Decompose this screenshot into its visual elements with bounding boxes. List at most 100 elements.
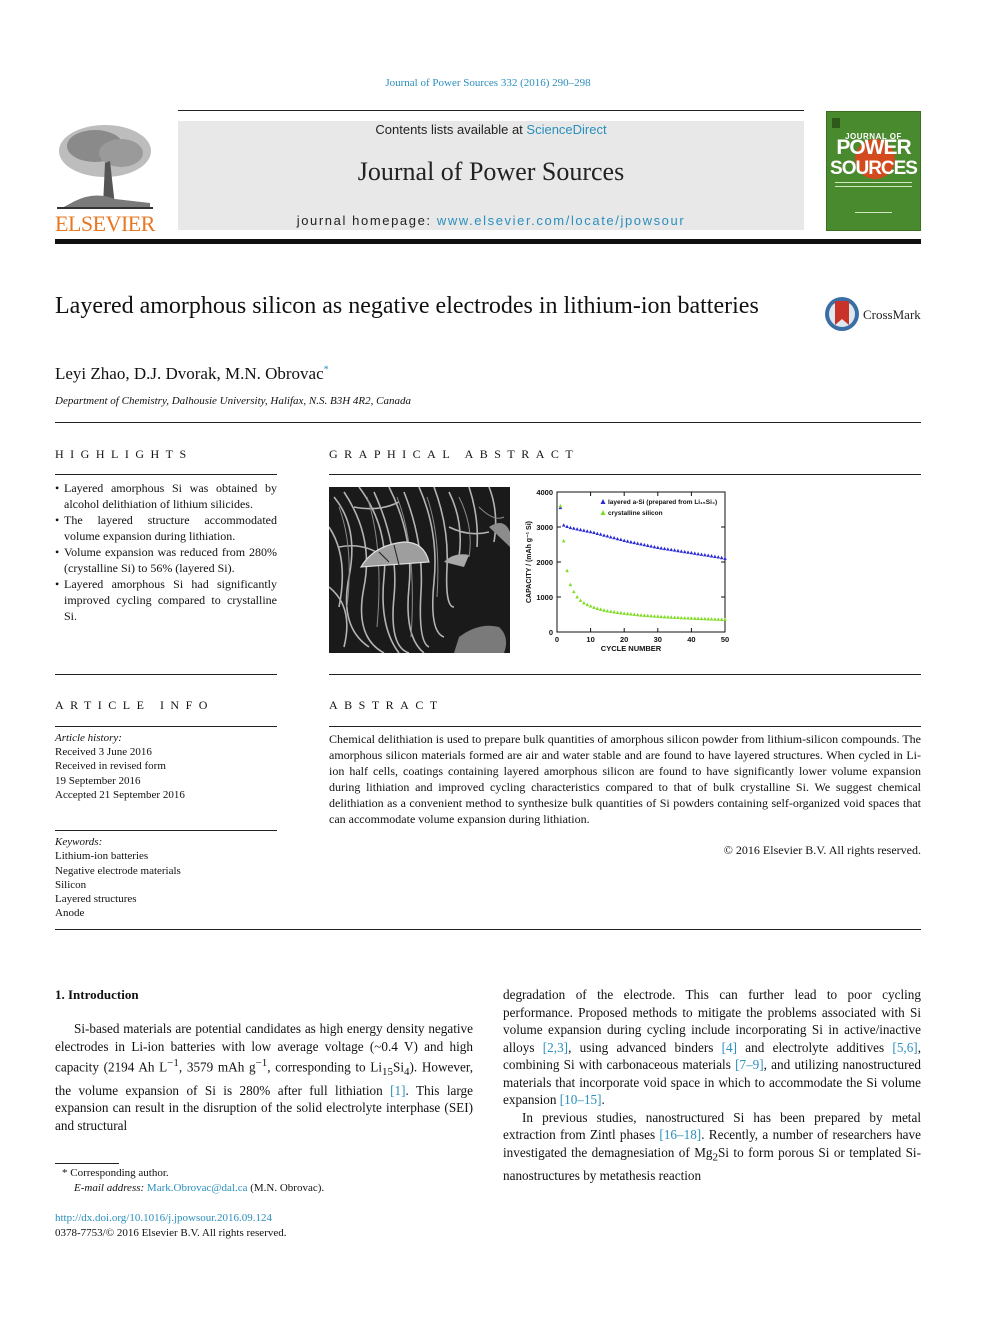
crossmark-button[interactable]: CrossMark xyxy=(825,297,925,333)
crossmark-label: CrossMark xyxy=(863,307,921,322)
data-point-layered-a-si xyxy=(686,550,690,554)
sem-texture xyxy=(329,487,510,653)
data-point-crystalline-si xyxy=(635,612,640,617)
data-point-layered-a-si xyxy=(713,554,717,558)
y-tick-label: 2000 xyxy=(536,558,553,567)
data-point-crystalline-si xyxy=(652,614,657,618)
data-point-crystalline-si xyxy=(588,604,593,608)
journal-citation[interactable]: Journal of Power Sources 332 (2016) 290–… xyxy=(0,77,976,89)
article-title: Layered amorphous silicon as negative el… xyxy=(55,293,759,319)
reference-link[interactable]: [5,6] xyxy=(892,1040,917,1055)
cover-sources: SOURCES xyxy=(830,158,918,179)
cover-logo-mark xyxy=(832,118,840,128)
keyword-item: Silicon xyxy=(55,878,87,891)
reference-link[interactable]: [7–9] xyxy=(735,1057,764,1072)
text-run: , 3579 mAh g xyxy=(178,1059,256,1075)
x-tick-label: 20 xyxy=(620,635,628,644)
text-run: and electrolyte additives xyxy=(737,1039,893,1055)
cover-subtitle-line xyxy=(835,186,912,187)
highlights-rule xyxy=(55,474,277,475)
data-point-layered-a-si xyxy=(615,536,620,541)
paragraph: In previous studies, nanostructured Si h… xyxy=(503,1109,921,1185)
y-tick-label: 0 xyxy=(549,628,553,637)
data-point-crystalline-si xyxy=(686,616,690,620)
data-point-layered-a-si xyxy=(676,548,680,553)
homepage-link[interactable]: www.elsevier.com/locate/jpowsour xyxy=(437,213,685,228)
graphical-abstract-rule xyxy=(329,474,921,475)
email-link[interactable]: Mark.Obrovac@dal.ca xyxy=(147,1182,248,1194)
data-point-layered-a-si xyxy=(575,527,579,531)
data-point-layered-a-si xyxy=(632,540,637,545)
email-line: E-mail address: Mark.Obrovac@dal.ca (M.N… xyxy=(62,1181,324,1196)
data-point-crystalline-si xyxy=(575,595,579,599)
data-point-layered-a-si xyxy=(716,555,721,559)
data-point-crystalline-si xyxy=(582,600,586,605)
highlight-item: Layered amorphous Si was obtained by alc… xyxy=(55,480,277,512)
corresponding-author-mark[interactable]: * xyxy=(324,364,329,375)
data-point-crystalline-si xyxy=(598,607,603,611)
abstract-copyright: © 2016 Elsevier B.V. All rights reserved… xyxy=(723,843,921,857)
highlights-list: Layered amorphous Si was obtained by alc… xyxy=(55,480,277,624)
highlight-item: Volume expansion was reduced from 280% (… xyxy=(55,544,277,576)
contents-prefix: Contents lists available at xyxy=(375,122,527,137)
author-list: Leyi Zhao, D.J. Dvorak, M.N. Obrovac* xyxy=(55,364,329,384)
data-point-layered-a-si xyxy=(645,543,650,547)
data-point-crystalline-si xyxy=(649,613,653,618)
data-point-layered-a-si xyxy=(639,542,643,546)
journal-cover-thumbnail[interactable]: JOURNAL OF POWER SOURCES xyxy=(826,111,921,231)
history-item: Received in revised form xyxy=(55,760,166,773)
sciencedirect-link[interactable]: ScienceDirect xyxy=(526,122,606,137)
authors-text: Leyi Zhao, D.J. Dvorak, M.N. Obrovac xyxy=(55,364,324,383)
data-point-layered-a-si xyxy=(622,538,626,543)
data-point-crystalline-si xyxy=(699,616,704,621)
data-point-layered-a-si xyxy=(662,546,667,551)
body-column-left: Si-based materials are potential candida… xyxy=(55,1020,473,1134)
data-point-crystalline-si xyxy=(595,606,600,610)
homepage-line: journal homepage: www.elsevier.com/locat… xyxy=(178,213,804,228)
affiliation: Department of Chemistry, Dalhousie Unive… xyxy=(55,395,411,407)
data-point-crystalline-si xyxy=(639,613,643,617)
reference-link[interactable]: [16–18] xyxy=(659,1127,701,1142)
sem-micrograph-image xyxy=(329,487,510,653)
reference-link[interactable]: [1] xyxy=(390,1083,405,1098)
reference-link[interactable]: [2,3] xyxy=(543,1040,568,1055)
email-label: E-mail address: xyxy=(74,1182,145,1194)
data-point-crystalline-si xyxy=(645,613,650,618)
y-tick-label: 1000 xyxy=(536,593,553,602)
paragraph: Si-based materials are potential candida… xyxy=(55,1020,473,1134)
x-tick-label: 0 xyxy=(555,635,559,644)
data-point-layered-a-si xyxy=(568,525,573,530)
title-rule xyxy=(55,422,921,423)
keyword-item: Negative electrode materials xyxy=(55,864,181,877)
data-point-layered-a-si xyxy=(696,551,700,556)
keywords-label: Keywords: xyxy=(55,836,103,848)
y-tick-label: 3000 xyxy=(536,523,553,532)
reference-link[interactable]: [10–15] xyxy=(560,1092,602,1107)
data-point-crystalline-si xyxy=(625,611,630,616)
reference-link[interactable]: [4] xyxy=(722,1040,737,1055)
data-point-crystalline-si xyxy=(568,582,573,587)
data-point-crystalline-si xyxy=(696,616,700,620)
y-axis-label: CAPACITY / (mAh g⁻¹ Si) xyxy=(526,521,533,603)
data-point-crystalline-si xyxy=(713,617,717,621)
data-point-crystalline-si xyxy=(558,504,563,508)
data-point-crystalline-si xyxy=(572,589,576,594)
data-point-layered-a-si xyxy=(605,534,610,538)
cover-subtitle-line xyxy=(835,182,912,183)
data-point-layered-a-si xyxy=(692,551,697,555)
data-point-crystalline-si xyxy=(629,612,633,616)
header-thick-rule xyxy=(55,239,921,244)
data-point-layered-a-si xyxy=(598,532,603,536)
data-point-layered-a-si xyxy=(679,549,684,553)
graphical-abstract-heading: GRAPHICAL ABSTRACT xyxy=(329,447,580,461)
data-point-crystalline-si xyxy=(602,608,606,612)
elsevier-logo[interactable]: ELSEVIER xyxy=(55,121,155,236)
keyword-item: Lithium-ion batteries xyxy=(55,850,149,863)
data-point-layered-a-si xyxy=(635,541,640,545)
history-item: 19 September 2016 xyxy=(55,774,141,787)
doi-link[interactable]: http://dx.doi.org/10.1016/j.jpowsour.201… xyxy=(55,1211,287,1226)
data-point-crystalline-si xyxy=(608,609,613,613)
data-point-layered-a-si xyxy=(689,550,694,555)
section-heading-introduction: 1. Introduction xyxy=(55,987,139,1002)
data-point-crystalline-si xyxy=(692,616,697,620)
